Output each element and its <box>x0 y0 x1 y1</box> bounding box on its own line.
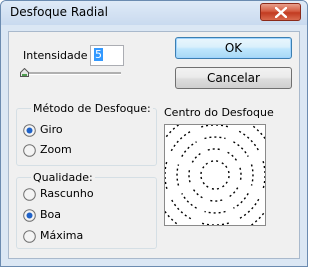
blur-arc <box>227 151 239 163</box>
blur-arc <box>181 141 197 157</box>
blur-arc <box>202 162 209 169</box>
radio-draft-indicator <box>23 188 36 201</box>
radio-zoom-label: Zoom <box>40 143 72 156</box>
blur-arc <box>239 167 242 183</box>
blur-arc <box>233 141 249 157</box>
intensity-slider-track[interactable] <box>23 72 121 75</box>
close-icon <box>275 7 287 18</box>
dialog-content: Intensidade 5 OK Cancelar Método de Desf… <box>8 31 300 259</box>
blur-arc <box>244 204 270 230</box>
radio-best-label: Máxima <box>40 229 84 242</box>
blur-center-pattern <box>152 112 278 238</box>
blur-arc <box>250 164 254 186</box>
method-group <box>16 108 157 166</box>
cancel-button[interactable]: Cancelar <box>175 67 292 89</box>
blur-arc <box>200 170 203 180</box>
radio-spin-indicator <box>23 124 36 137</box>
blur-arc <box>181 193 197 209</box>
close-button[interactable] <box>260 3 301 21</box>
blur-arc <box>227 187 239 199</box>
blur-arc <box>210 160 220 163</box>
blur-arc <box>160 120 186 146</box>
title-bar[interactable]: Desfoque Radial <box>1 1 307 25</box>
blur-arc <box>202 181 209 188</box>
blur-arc <box>188 167 191 183</box>
blur-arc <box>191 187 203 199</box>
radio-good-label: Boa <box>40 208 62 221</box>
radio-good-indicator <box>23 209 36 222</box>
blur-arc <box>233 193 249 209</box>
blur-arc <box>244 120 270 146</box>
blur-arc <box>221 162 228 169</box>
blur-arc <box>201 222 229 226</box>
intensity-label: Intensidade <box>23 49 88 62</box>
radio-best-indicator <box>23 230 36 243</box>
radio-spin-label: Giro <box>40 123 63 136</box>
blur-arc <box>160 204 186 230</box>
ok-button[interactable]: OK <box>175 37 292 59</box>
dialog-window: Desfoque Radial Intensidade 5 OK Cancela… <box>0 0 308 267</box>
blur-arc <box>191 151 203 163</box>
quality-legend: Qualidade: <box>31 171 95 184</box>
blur-arc <box>262 161 266 189</box>
intensity-value: 5 <box>94 48 103 61</box>
blur-center-preview[interactable] <box>152 112 278 238</box>
blur-arc <box>210 187 220 190</box>
blur-arc <box>176 164 180 186</box>
intensity-slider-thumb[interactable] <box>20 68 29 77</box>
blur-arc <box>204 210 226 214</box>
blur-arc <box>164 161 168 189</box>
blur-arc <box>201 124 229 128</box>
blur-arc <box>204 136 226 140</box>
intensity-input[interactable]: 5 <box>90 45 124 66</box>
method-legend: Método de Desfoque: <box>31 102 153 115</box>
blur-arc <box>207 148 223 151</box>
blur-arc <box>207 199 223 202</box>
blur-center-label: Centro do Desfoque <box>164 106 274 119</box>
radio-draft-label: Rascunho <box>40 187 94 200</box>
blur-arc <box>221 181 228 188</box>
radio-zoom-indicator <box>23 144 36 157</box>
dialog-title: Desfoque Radial <box>10 5 108 19</box>
blur-arc <box>227 170 230 180</box>
